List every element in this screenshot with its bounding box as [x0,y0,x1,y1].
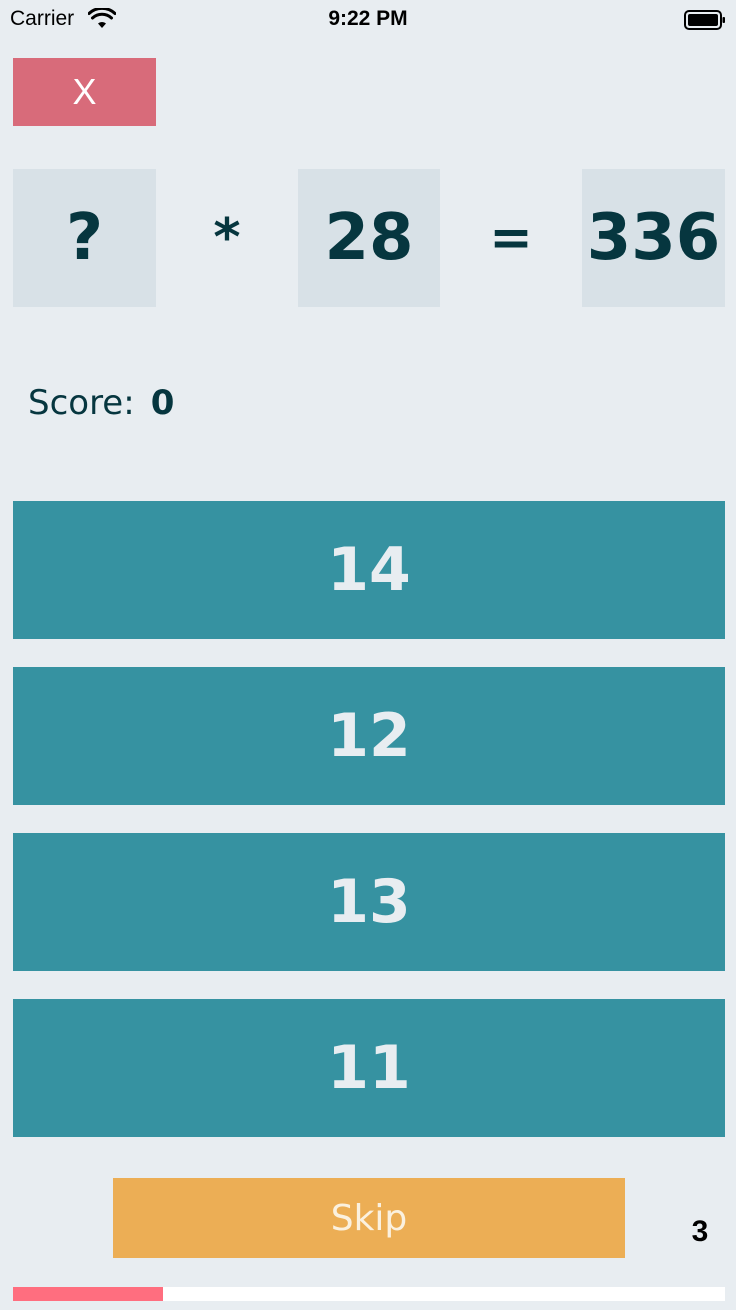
score-label: Score: [28,383,135,423]
close-button[interactable]: X [13,58,156,126]
result-box: 336 [582,169,725,307]
status-bar: Carrier 9:22 PM [0,0,736,40]
answer-button[interactable]: 13 [13,833,725,971]
battery-icon [684,10,725,30]
unknown-box: ? [13,169,156,307]
score-row: Score: 0 [28,378,174,428]
skip-button[interactable]: Skip [113,1178,625,1258]
answer-button[interactable]: 14 [13,501,725,639]
progress-fill [13,1287,163,1301]
timer-count: 3 [691,1215,709,1248]
progress-bar [13,1287,725,1301]
score-value: 0 [150,383,175,423]
multiply-operator: * [213,208,241,268]
operand-box: 28 [298,169,440,307]
status-time: 9:22 PM [328,7,408,30]
answer-button[interactable]: 11 [13,999,725,1137]
equals-sign: = [489,208,533,268]
answer-button[interactable]: 12 [13,667,725,805]
